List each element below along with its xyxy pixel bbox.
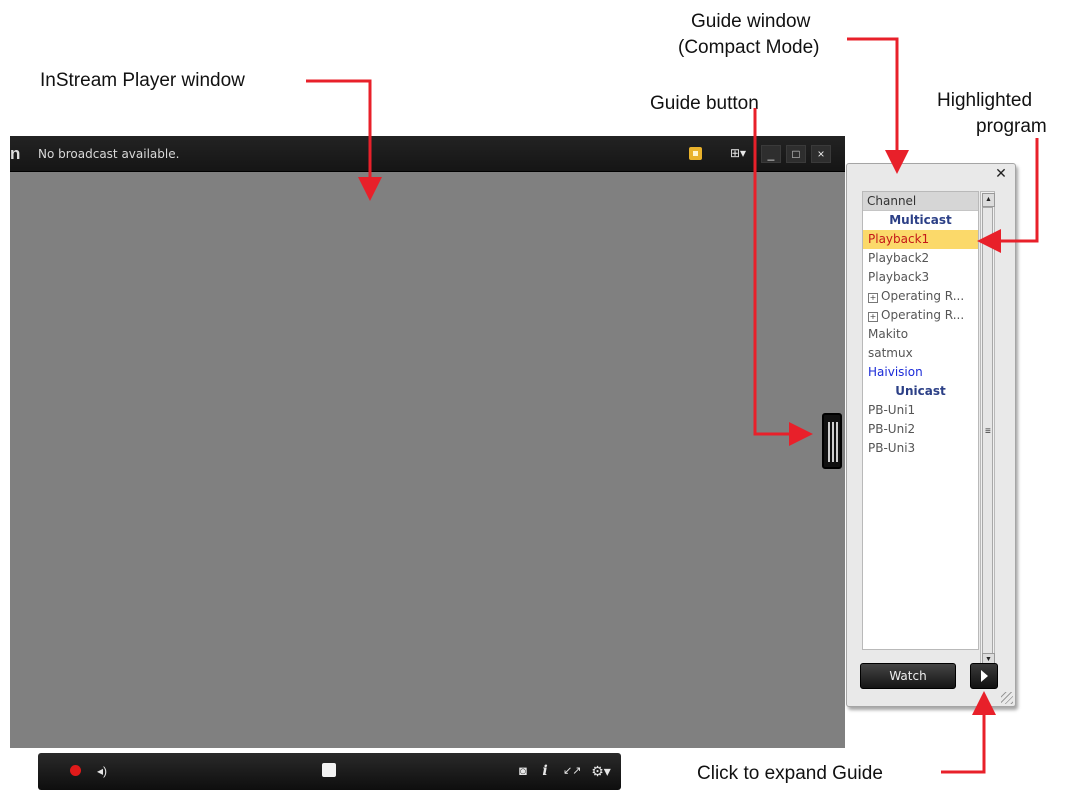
arrow-highlighted <box>977 138 1039 253</box>
arrow-player-window <box>306 79 382 201</box>
arrow-guide-button <box>753 108 813 446</box>
arrow-guide-window <box>847 37 909 174</box>
arrow-expand <box>941 691 996 774</box>
annotation-arrows <box>306 37 1039 774</box>
